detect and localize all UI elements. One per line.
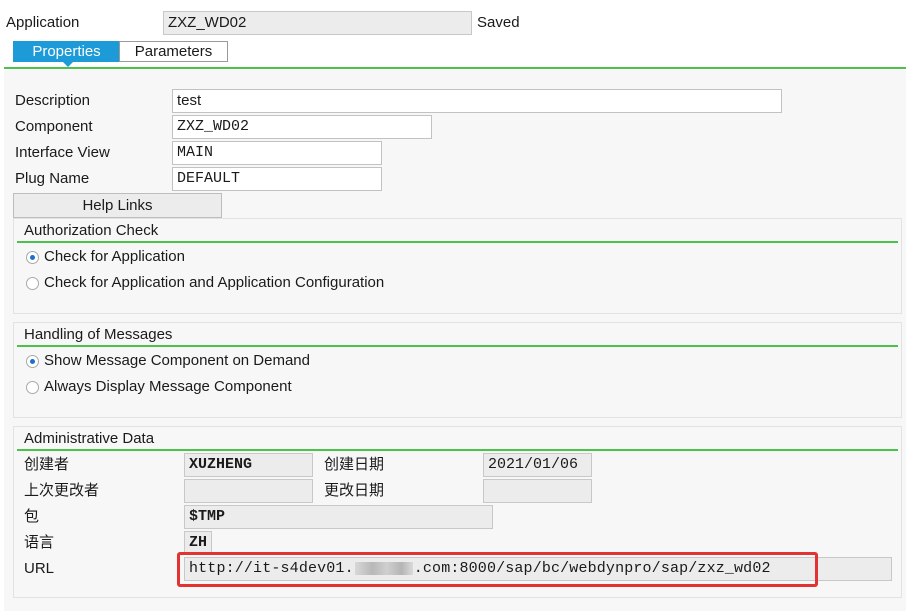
- authorization-check-title: Authorization Check: [24, 222, 159, 239]
- interface-view-label: Interface View: [15, 144, 110, 161]
- administrative-data-title: Administrative Data: [24, 430, 155, 447]
- created-by-label: 创建者: [24, 456, 70, 473]
- radio-label[interactable]: Show Message Component on Demand: [44, 351, 310, 371]
- changed-on-label: 更改日期: [324, 482, 385, 499]
- group-underline: [17, 449, 898, 451]
- tab-strip-underline: [4, 67, 906, 69]
- handling-of-messages-group: Handling of Messages Show Message Compon…: [13, 322, 902, 418]
- package-field: $TMP: [184, 505, 493, 529]
- radio-show-message-on-demand[interactable]: [26, 355, 39, 368]
- radio-check-for-application[interactable]: [26, 251, 39, 264]
- description-field[interactable]: test: [172, 89, 782, 113]
- help-links-button[interactable]: Help Links: [13, 193, 222, 218]
- group-underline: [17, 345, 898, 347]
- created-on-field: 2021/01/06: [483, 453, 592, 477]
- application-label: Application: [6, 14, 80, 31]
- component-field[interactable]: ZXZ_WD02: [172, 115, 432, 139]
- radio-check-for-application-and-config[interactable]: [26, 277, 39, 290]
- component-label: Component: [15, 118, 93, 135]
- changed-by-field: [184, 479, 313, 503]
- radio-always-display-message[interactable]: [26, 381, 39, 394]
- language-label: 语言: [24, 534, 55, 551]
- group-underline: [17, 241, 898, 243]
- url-label: URL: [24, 560, 55, 577]
- interface-view-field[interactable]: MAIN: [172, 141, 382, 165]
- created-by-field: XUZHENG: [184, 453, 313, 477]
- radio-label[interactable]: Check for Application and Application Co…: [44, 273, 384, 293]
- changed-by-label: 上次更改者: [24, 482, 100, 499]
- radio-label[interactable]: Always Display Message Component: [44, 377, 292, 397]
- url-highlight-box: [177, 552, 818, 587]
- handling-of-messages-title: Handling of Messages: [24, 326, 173, 343]
- radio-label[interactable]: Check for Application: [44, 247, 185, 267]
- plug-name-field[interactable]: DEFAULT: [172, 167, 382, 191]
- description-label: Description: [15, 92, 91, 109]
- tab-parameters[interactable]: Parameters: [119, 41, 228, 62]
- plug-name-label: Plug Name: [15, 170, 90, 187]
- changed-on-field: [483, 479, 592, 503]
- tab-properties[interactable]: Properties: [13, 41, 120, 62]
- application-name-field[interactable]: ZXZ_WD02: [163, 11, 472, 35]
- package-label: 包: [24, 508, 40, 525]
- created-on-label: 创建日期: [324, 456, 385, 473]
- authorization-check-group: Authorization Check Check for Applicatio…: [13, 218, 902, 314]
- status-text: Saved: [477, 14, 520, 31]
